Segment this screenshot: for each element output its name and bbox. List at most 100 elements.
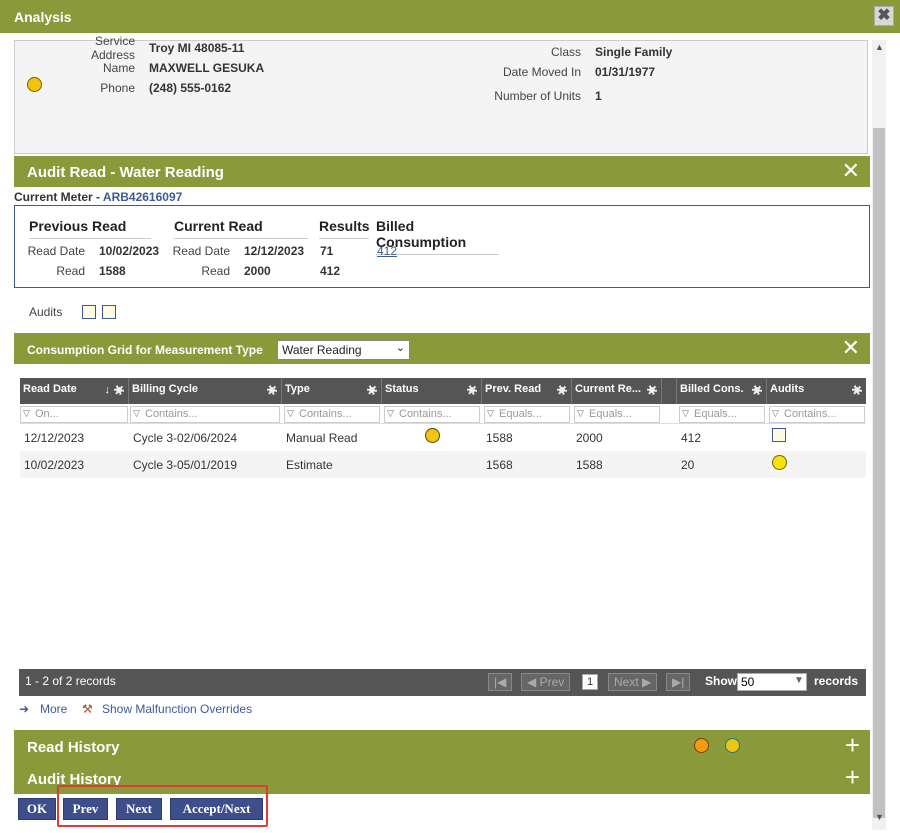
read-history-title: Read History xyxy=(27,739,120,756)
prev-read-date-label: Read Date xyxy=(27,244,85,258)
last-page-button[interactable]: ▶| xyxy=(666,673,691,691)
measurement-type-select[interactable]: Water Reading ⌄ xyxy=(277,340,410,360)
vertical-scrollbar[interactable]: ▲ ▼ xyxy=(872,40,886,830)
cell-billed-cons: 20 xyxy=(681,458,695,472)
sort-down-icon[interactable]: ↓ xyxy=(105,384,111,396)
date-moved-label: Date Moved In xyxy=(502,65,581,79)
close-consumption-grid-icon[interactable]: ✕ xyxy=(842,337,860,359)
col-current-read[interactable]: Current Re... xyxy=(572,378,662,404)
grid-header-row: Read Date ↓ Billing Cycle Type Status Pre… xyxy=(20,378,866,404)
audit-note-icon[interactable] xyxy=(102,305,116,319)
audits-label: Audits xyxy=(29,305,63,319)
col-billed-cons[interactable]: Billed Cons. xyxy=(677,378,767,404)
filter-status[interactable]: Contains... xyxy=(384,406,480,423)
cell-prev-read: 1588 xyxy=(486,431,513,445)
col-type[interactable]: Type xyxy=(282,378,382,404)
close-audit-read-icon[interactable]: ✕ xyxy=(842,160,860,182)
table-row[interactable]: 12/12/2023 Cycle 3-02/06/2024 Manual Rea… xyxy=(20,424,866,451)
gear-icon[interactable] xyxy=(467,385,477,395)
gear-icon[interactable] xyxy=(752,385,762,395)
col-billing-cycle[interactable]: Billing Cycle xyxy=(129,378,282,404)
ok-button[interactable]: OK xyxy=(18,798,56,820)
service-address-value: Troy MI 48085-11 xyxy=(149,41,245,55)
records-label: records xyxy=(814,674,859,688)
consumption-grid-header: Consumption Grid for Measurement Type ✕ xyxy=(14,333,870,364)
expand-read-history-icon[interactable]: + xyxy=(845,732,860,758)
filter-billed-cons[interactable]: Equals... xyxy=(679,406,765,423)
audit-doc-icon[interactable] xyxy=(772,428,786,442)
prev-read-value: 1588 xyxy=(99,264,126,278)
window-title-bar: Analysis xyxy=(0,0,900,33)
arrow-right-icon: ➜ xyxy=(19,702,30,716)
previous-read-header: Previous Read xyxy=(29,218,151,239)
cell-billed-cons: 412 xyxy=(681,431,702,445)
name-label: Name xyxy=(102,61,135,75)
gear-icon[interactable] xyxy=(267,385,277,395)
curr-read-date-value: 12/12/2023 xyxy=(244,244,305,258)
next-page-button[interactable]: Next ▶ xyxy=(608,673,658,691)
cell-current-read: 2000 xyxy=(576,431,603,445)
gear-icon[interactable] xyxy=(647,385,657,395)
current-meter-link[interactable]: ARB42616097 xyxy=(103,190,182,204)
scroll-up-icon[interactable]: ▲ xyxy=(875,42,884,52)
filter-audits[interactable]: Contains... xyxy=(769,406,865,423)
close-window-button[interactable]: ✖ xyxy=(874,6,894,26)
consumption-grid-title: Consumption Grid for Measurement Type xyxy=(27,343,263,357)
cell-prev-read: 1568 xyxy=(486,458,513,472)
cell-read-date: 12/12/2023 xyxy=(24,431,85,445)
cell-type: Estimate xyxy=(286,458,333,472)
col-type-label: Type xyxy=(285,383,310,395)
audit-read-header: Audit Read - Water Reading ✕ xyxy=(14,156,870,187)
gear-icon[interactable] xyxy=(114,385,124,395)
show-malfunction-overrides-link[interactable]: Show Malfunction Overrides xyxy=(102,702,252,716)
audit-doc-icon[interactable] xyxy=(82,305,96,319)
filter-current-read[interactable]: Equals... xyxy=(574,406,660,423)
col-audits[interactable]: Audits xyxy=(767,378,866,404)
billed-consumption-link[interactable]: 412 xyxy=(377,244,397,258)
units-value: 1 xyxy=(595,89,602,103)
pager-summary: 1 - 2 of 2 records xyxy=(25,674,116,688)
results-value-2: 412 xyxy=(320,264,341,278)
filter-billing-cycle[interactable]: Contains... xyxy=(130,406,280,423)
table-row[interactable]: 10/02/2023 Cycle 3-05/01/2019 Estimate 1… xyxy=(20,451,866,478)
scrollbar-thumb[interactable] xyxy=(873,128,885,818)
chevron-down-icon[interactable]: ▼ xyxy=(794,675,804,686)
current-page-number[interactable]: 1 xyxy=(582,674,598,690)
read-summary-box: Previous Read Read Date 10/02/2023 Read … xyxy=(14,205,870,288)
curr-read-date-label: Read Date xyxy=(172,244,230,258)
read-history-header[interactable]: Read History + xyxy=(14,730,870,762)
show-label: Show xyxy=(705,674,737,688)
cell-current-read: 1588 xyxy=(576,458,603,472)
results-header: Results xyxy=(319,218,370,239)
col-spacer xyxy=(662,378,677,404)
cell-type: Manual Read xyxy=(286,431,358,445)
target-icon[interactable] xyxy=(772,455,787,470)
col-read-date[interactable]: Read Date ↓ xyxy=(20,378,129,404)
cell-billing-cycle: Cycle 3-05/01/2019 xyxy=(133,458,238,472)
expand-audit-history-icon[interactable]: + xyxy=(845,764,860,790)
col-read-date-label: Read Date xyxy=(23,383,77,395)
flame-icon[interactable] xyxy=(694,738,709,753)
col-status-label: Status xyxy=(385,383,419,395)
results-value-1: 71 xyxy=(320,244,334,258)
scroll-down-icon[interactable]: ▼ xyxy=(875,812,884,822)
filter-type[interactable]: Contains... xyxy=(284,406,380,423)
filter-prev-read[interactable]: Equals... xyxy=(484,406,570,423)
first-page-button[interactable]: |◀ xyxy=(488,673,513,691)
name-value: MAXWELL GESUKA xyxy=(149,61,265,75)
cell-read-date: 10/02/2023 xyxy=(24,458,85,472)
gear-icon[interactable] xyxy=(557,385,567,395)
class-value: Single Family xyxy=(595,45,673,59)
prev-page-button[interactable]: ◀ Prev xyxy=(521,673,571,691)
more-link[interactable]: More xyxy=(40,702,67,716)
measurement-type-value: Water Reading xyxy=(282,343,362,357)
gear-icon[interactable] xyxy=(852,385,862,395)
settings-badge-icon[interactable] xyxy=(725,738,740,753)
clock-icon[interactable] xyxy=(27,77,42,92)
filter-read-date[interactable]: On... xyxy=(20,406,128,423)
col-status[interactable]: Status xyxy=(382,378,482,404)
status-icon[interactable] xyxy=(425,428,440,443)
gear-icon[interactable] xyxy=(367,385,377,395)
col-prev-read[interactable]: Prev. Read xyxy=(482,378,572,404)
class-label: Class xyxy=(550,45,581,59)
